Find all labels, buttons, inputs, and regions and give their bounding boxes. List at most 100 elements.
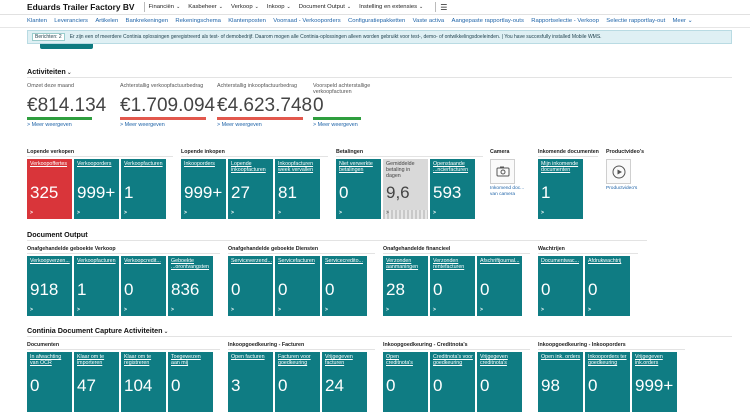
menu-verkoop[interactable]: Verkoop ⌄ bbox=[231, 4, 259, 10]
tile-value: 325 bbox=[30, 183, 59, 202]
menu-label: Inkoop bbox=[266, 4, 285, 10]
tile-verkoopoffertes[interactable]: Verkoopoffertes 325 > bbox=[27, 159, 72, 219]
nav-vaste-activa[interactable]: Vaste activa bbox=[413, 18, 445, 24]
tile-value: 98 bbox=[541, 376, 560, 395]
section-title-continia-capture[interactable]: Continia Document Capture Activiteiten⌄ bbox=[27, 326, 169, 335]
tile-inkooporders[interactable]: Inkooporders 999+ > bbox=[181, 159, 226, 219]
group-inkoopgoedkeuring-facturen: Inkoopgoedkeuring - Facturen bbox=[228, 342, 305, 348]
tile-inkooporders-goedkeuring[interactable]: Inkooporders ter goedkeuring 0 bbox=[585, 352, 630, 412]
tile-verkoopfacturen[interactable]: Verkoopfacturen 1 > bbox=[74, 256, 119, 316]
chevron-right-icon: > bbox=[77, 210, 80, 216]
group-lopende-verkopen: Lopende verkopen bbox=[27, 149, 75, 155]
tile-value: 47 bbox=[77, 376, 96, 395]
tile-value: 999+ bbox=[184, 183, 223, 202]
tile-afwachting-ocr[interactable]: In afwachting van OCR 0 bbox=[27, 352, 72, 412]
tile-verkoopcreditnotas[interactable]: Verkoopcredit... 0 > bbox=[121, 256, 166, 316]
group-documenten: Documenten bbox=[27, 342, 60, 348]
tile-afschriftjournaal[interactable]: Afschriftjournal... 0 > bbox=[477, 256, 522, 316]
tile-documentwachtrij[interactable]: Documentwac... 0 > bbox=[538, 256, 583, 316]
tile-verzonden-aanmaningen[interactable]: Verzonden aanmaningen 28 > bbox=[383, 256, 428, 316]
tile-openstaande-facturen[interactable]: Openstaande ...ncierfacturen 593 > bbox=[430, 159, 475, 219]
kpi-voorspeld[interactable]: Voorspeld achterstallige verkoopfacturen… bbox=[313, 83, 398, 128]
nav-rapportlay-outs[interactable]: Aangepaste rapportlay-outs bbox=[452, 18, 524, 24]
show-more-link[interactable]: > Meer weergeven bbox=[120, 122, 210, 128]
tile-niet-verwerkte-betalingen[interactable]: Niet verwerkte betalingen 0 > bbox=[336, 159, 381, 219]
nav-klanten[interactable]: Klanten bbox=[27, 18, 47, 24]
group-betalingen: Betalingen bbox=[336, 149, 364, 155]
productvideos-action-tile[interactable] bbox=[606, 159, 631, 184]
tile-label: Inkooporders bbox=[184, 161, 215, 167]
tile-afdrukwachtrij[interactable]: Afdrukwachtrij 0 > bbox=[585, 256, 630, 316]
nav-rekeningschema[interactable]: Rekeningschema bbox=[175, 18, 221, 24]
tile-open-creditnotas[interactable]: Open creditnota's 0 bbox=[383, 352, 428, 412]
tile-gemiddelde-betaling[interactable]: Gemiddelde betaling in dagen 9,6 > bbox=[383, 159, 428, 219]
chevron-down-icon: ⌄ bbox=[176, 4, 181, 10]
tile-label: Documentwac... bbox=[541, 258, 579, 264]
kpi-status-bar bbox=[120, 117, 206, 120]
tile-geboekte-retourontvangsten[interactable]: Geboekte ...orontvangsten 836 > bbox=[168, 256, 213, 316]
nav-rapportselectie[interactable]: Rapportselectie - Verkoop bbox=[531, 18, 599, 24]
nav-meer[interactable]: Meer ⌄ bbox=[673, 18, 693, 24]
kpi-achterstallig-verkoop[interactable]: Achterstallig verkoopfactuurbedrag €1.70… bbox=[120, 83, 215, 128]
divider bbox=[538, 349, 685, 350]
nav-configuratiepakketten[interactable]: Configuratiepakketten bbox=[348, 18, 405, 24]
tile-open-facturen[interactable]: Open facturen 3 bbox=[228, 352, 273, 412]
menu-financien[interactable]: Financiën ⌄ bbox=[149, 4, 181, 10]
tile-open-ink-orders[interactable]: Open ink. orders 98 bbox=[538, 352, 583, 412]
camera-caption[interactable]: Inkomend doc... van camera bbox=[490, 186, 530, 197]
section-title-document-output[interactable]: Document Output bbox=[27, 230, 88, 239]
nav-klantenposten[interactable]: Klantenposten bbox=[228, 18, 266, 24]
tile-vrijgegeven-facturen[interactable]: Vrijgegeven facturen 24 bbox=[322, 352, 367, 412]
banner-action-button[interactable] bbox=[40, 44, 93, 49]
hamburger-menu-icon[interactable]: ☰ bbox=[440, 3, 447, 12]
nav-leveranciers[interactable]: Leveranciers bbox=[54, 18, 88, 24]
show-more-label: Meer weergeven bbox=[221, 122, 262, 128]
tile-lopende-inkoopfacturen[interactable]: Lopende inkoopfacturen 27 > bbox=[228, 159, 273, 219]
tile-label: Inkooporders ter goedkeuring bbox=[588, 354, 627, 367]
company-name[interactable]: Eduards Trailer Factory BV bbox=[27, 2, 135, 12]
show-more-link[interactable]: > Meer weergeven bbox=[27, 122, 102, 128]
tile-vrijgegeven-ink-orders[interactable]: Vrijgegeven ink.orders 999+ bbox=[632, 352, 677, 412]
chevron-right-icon: > bbox=[541, 210, 544, 216]
kpi-omzet[interactable]: Omzet deze maand €814.134 > Meer weergev… bbox=[27, 83, 106, 128]
show-more-link[interactable]: > Meer weergeven bbox=[313, 122, 398, 128]
divider bbox=[538, 253, 638, 254]
tile-vrijgegeven-creditnotas[interactable]: Vrijgegeven creditnota's 0 bbox=[477, 352, 522, 412]
chevron-down-icon: ⌄ bbox=[419, 4, 424, 10]
tile-mijn-inkomende-documenten[interactable]: Mijn inkomende documenten 1 > bbox=[538, 159, 583, 219]
nav-selectie-rapportlay-out[interactable]: Selectie rapportlay-out bbox=[606, 18, 665, 24]
tile-facturen-goedkeuring[interactable]: Facturen voor goedkeuring 0 bbox=[275, 352, 320, 412]
tile-verkooporders[interactable]: Verkooporders 999+ > bbox=[74, 159, 119, 219]
nav-artikelen[interactable]: Artikelen bbox=[95, 18, 118, 24]
tile-inkoopfacturen-vervallen[interactable]: Inkoopfacturen week vervallen 81 > bbox=[275, 159, 320, 219]
messages-badge[interactable]: Berichten: 2 bbox=[32, 33, 65, 41]
tile-verzonden-rentefacturen[interactable]: Verzonden rentefacturen 0 > bbox=[430, 256, 475, 316]
tile-klaar-registreren[interactable]: Klaar om te registreren 104 bbox=[121, 352, 166, 412]
divider bbox=[27, 240, 647, 241]
tile-creditnotas-goedkeuring[interactable]: Creditnota's voor goedkeuring 0 bbox=[430, 352, 475, 412]
tile-value: 24 bbox=[325, 376, 344, 395]
menu-inkoop[interactable]: Inkoop ⌄ bbox=[267, 4, 291, 10]
kpi-achterstallig-inkoop[interactable]: Achterstallig inkoopfactuurbedrag €4.623… bbox=[217, 83, 312, 128]
tile-label: Geboekte ...orontvangsten bbox=[171, 258, 209, 271]
chevron-right-icon: > bbox=[77, 307, 80, 313]
menu-kasbeheer[interactable]: Kasbeheer ⌄ bbox=[188, 4, 223, 10]
show-more-link[interactable]: > Meer weergeven bbox=[217, 122, 307, 128]
tile-label: Open creditnota's bbox=[386, 354, 413, 367]
tile-verkoopverzendingen[interactable]: Verkoopverzen... 918 > bbox=[27, 256, 72, 316]
menu-instelling[interactable]: Instelling en extensies ⌄ bbox=[359, 4, 423, 10]
tile-servicecreditnotas[interactable]: Servicecredito... 0 > bbox=[322, 256, 367, 316]
tile-servicefacturen[interactable]: Servicefacturen 0 > bbox=[275, 256, 320, 316]
camera-action-tile[interactable] bbox=[490, 159, 515, 184]
tile-toegewezen-aan-mij[interactable]: Toegewezen aan mij 0 bbox=[168, 352, 213, 412]
tile-value: 28 bbox=[386, 280, 405, 299]
menu-document-output[interactable]: Document Output ⌄ bbox=[299, 4, 351, 10]
productvideos-caption[interactable]: Productvideo's bbox=[606, 186, 646, 192]
section-title-activiteiten[interactable]: Activiteiten⌄ bbox=[27, 67, 72, 76]
tile-serviceverzendingen[interactable]: Serviceverzend... 0 > bbox=[228, 256, 273, 316]
nav-bankrekeningen[interactable]: Bankrekeningen bbox=[126, 18, 169, 24]
tile-verkoopfacturen[interactable]: Verkoopfacturen 1 > bbox=[121, 159, 166, 219]
nav-voorraad-verkooporders[interactable]: Voorraad - Verkooporders bbox=[273, 18, 340, 24]
tile-label: Afdrukwachtrij bbox=[588, 258, 622, 264]
tile-klaar-importeren[interactable]: Klaar om te importeren 47 bbox=[74, 352, 119, 412]
